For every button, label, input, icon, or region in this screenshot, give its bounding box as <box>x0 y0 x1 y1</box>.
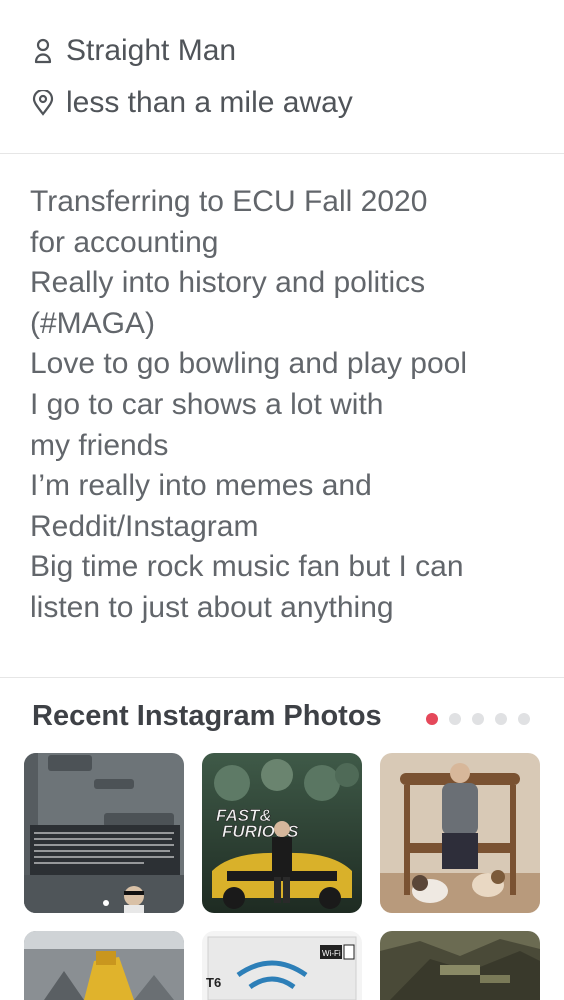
instagram-photo-robot-wreckage[interactable] <box>380 931 540 1000</box>
page-dot[interactable] <box>518 713 530 725</box>
bio-line: Love to go bowling and play pool <box>30 347 467 381</box>
instagram-photo-man-dogs[interactable] <box>380 753 540 913</box>
instagram-photo-bumblebee[interactable] <box>24 931 184 1000</box>
instagram-photo-meme[interactable] <box>24 753 184 913</box>
bio-line: Reddit/Instagram <box>30 509 259 543</box>
bio-line: Really into history and politics <box>30 266 426 300</box>
instagram-photo-camera-box[interactable]: T6 Wi-Fi <box>202 931 362 1000</box>
page-dot[interactable] <box>495 713 507 725</box>
orientation-row: Straight Man <box>30 34 236 68</box>
orientation-text: Straight Man <box>66 34 237 67</box>
location-pin-icon <box>30 90 56 116</box>
divider <box>0 677 564 678</box>
distance-row: less than a mile away <box>30 86 353 120</box>
bio-line: my friends <box>30 428 169 462</box>
bio-text: Transferring to ECU Fall 2020 for accoun… <box>30 182 550 629</box>
bio-line: I go to car shows a lot with <box>30 387 384 421</box>
instagram-page-dots[interactable] <box>426 713 530 725</box>
divider <box>0 153 564 154</box>
instagram-section-title: Recent Instagram Photos <box>32 700 382 732</box>
distance-text: less than a mile away <box>66 86 353 119</box>
person-outline-icon <box>30 38 56 64</box>
page-dot[interactable] <box>472 713 484 725</box>
camera-model-label: T6 <box>206 975 221 990</box>
bio-line: (#MAGA) <box>30 306 156 340</box>
wifi-logo-label: Wi-Fi <box>322 949 341 958</box>
instagram-photo-fast-furious[interactable]: FAST& FURIOUS <box>202 753 362 913</box>
bio-line: for accounting <box>30 225 219 259</box>
page-dot-active[interactable] <box>426 713 438 725</box>
bio-line: I’m really into memes and <box>30 469 372 503</box>
page-dot[interactable] <box>449 713 461 725</box>
bio-line: Big time rock music fan but I can <box>30 550 464 584</box>
bio-line: Transferring to ECU Fall 2020 <box>30 185 428 218</box>
bio-line: listen to just about anything <box>30 590 394 624</box>
